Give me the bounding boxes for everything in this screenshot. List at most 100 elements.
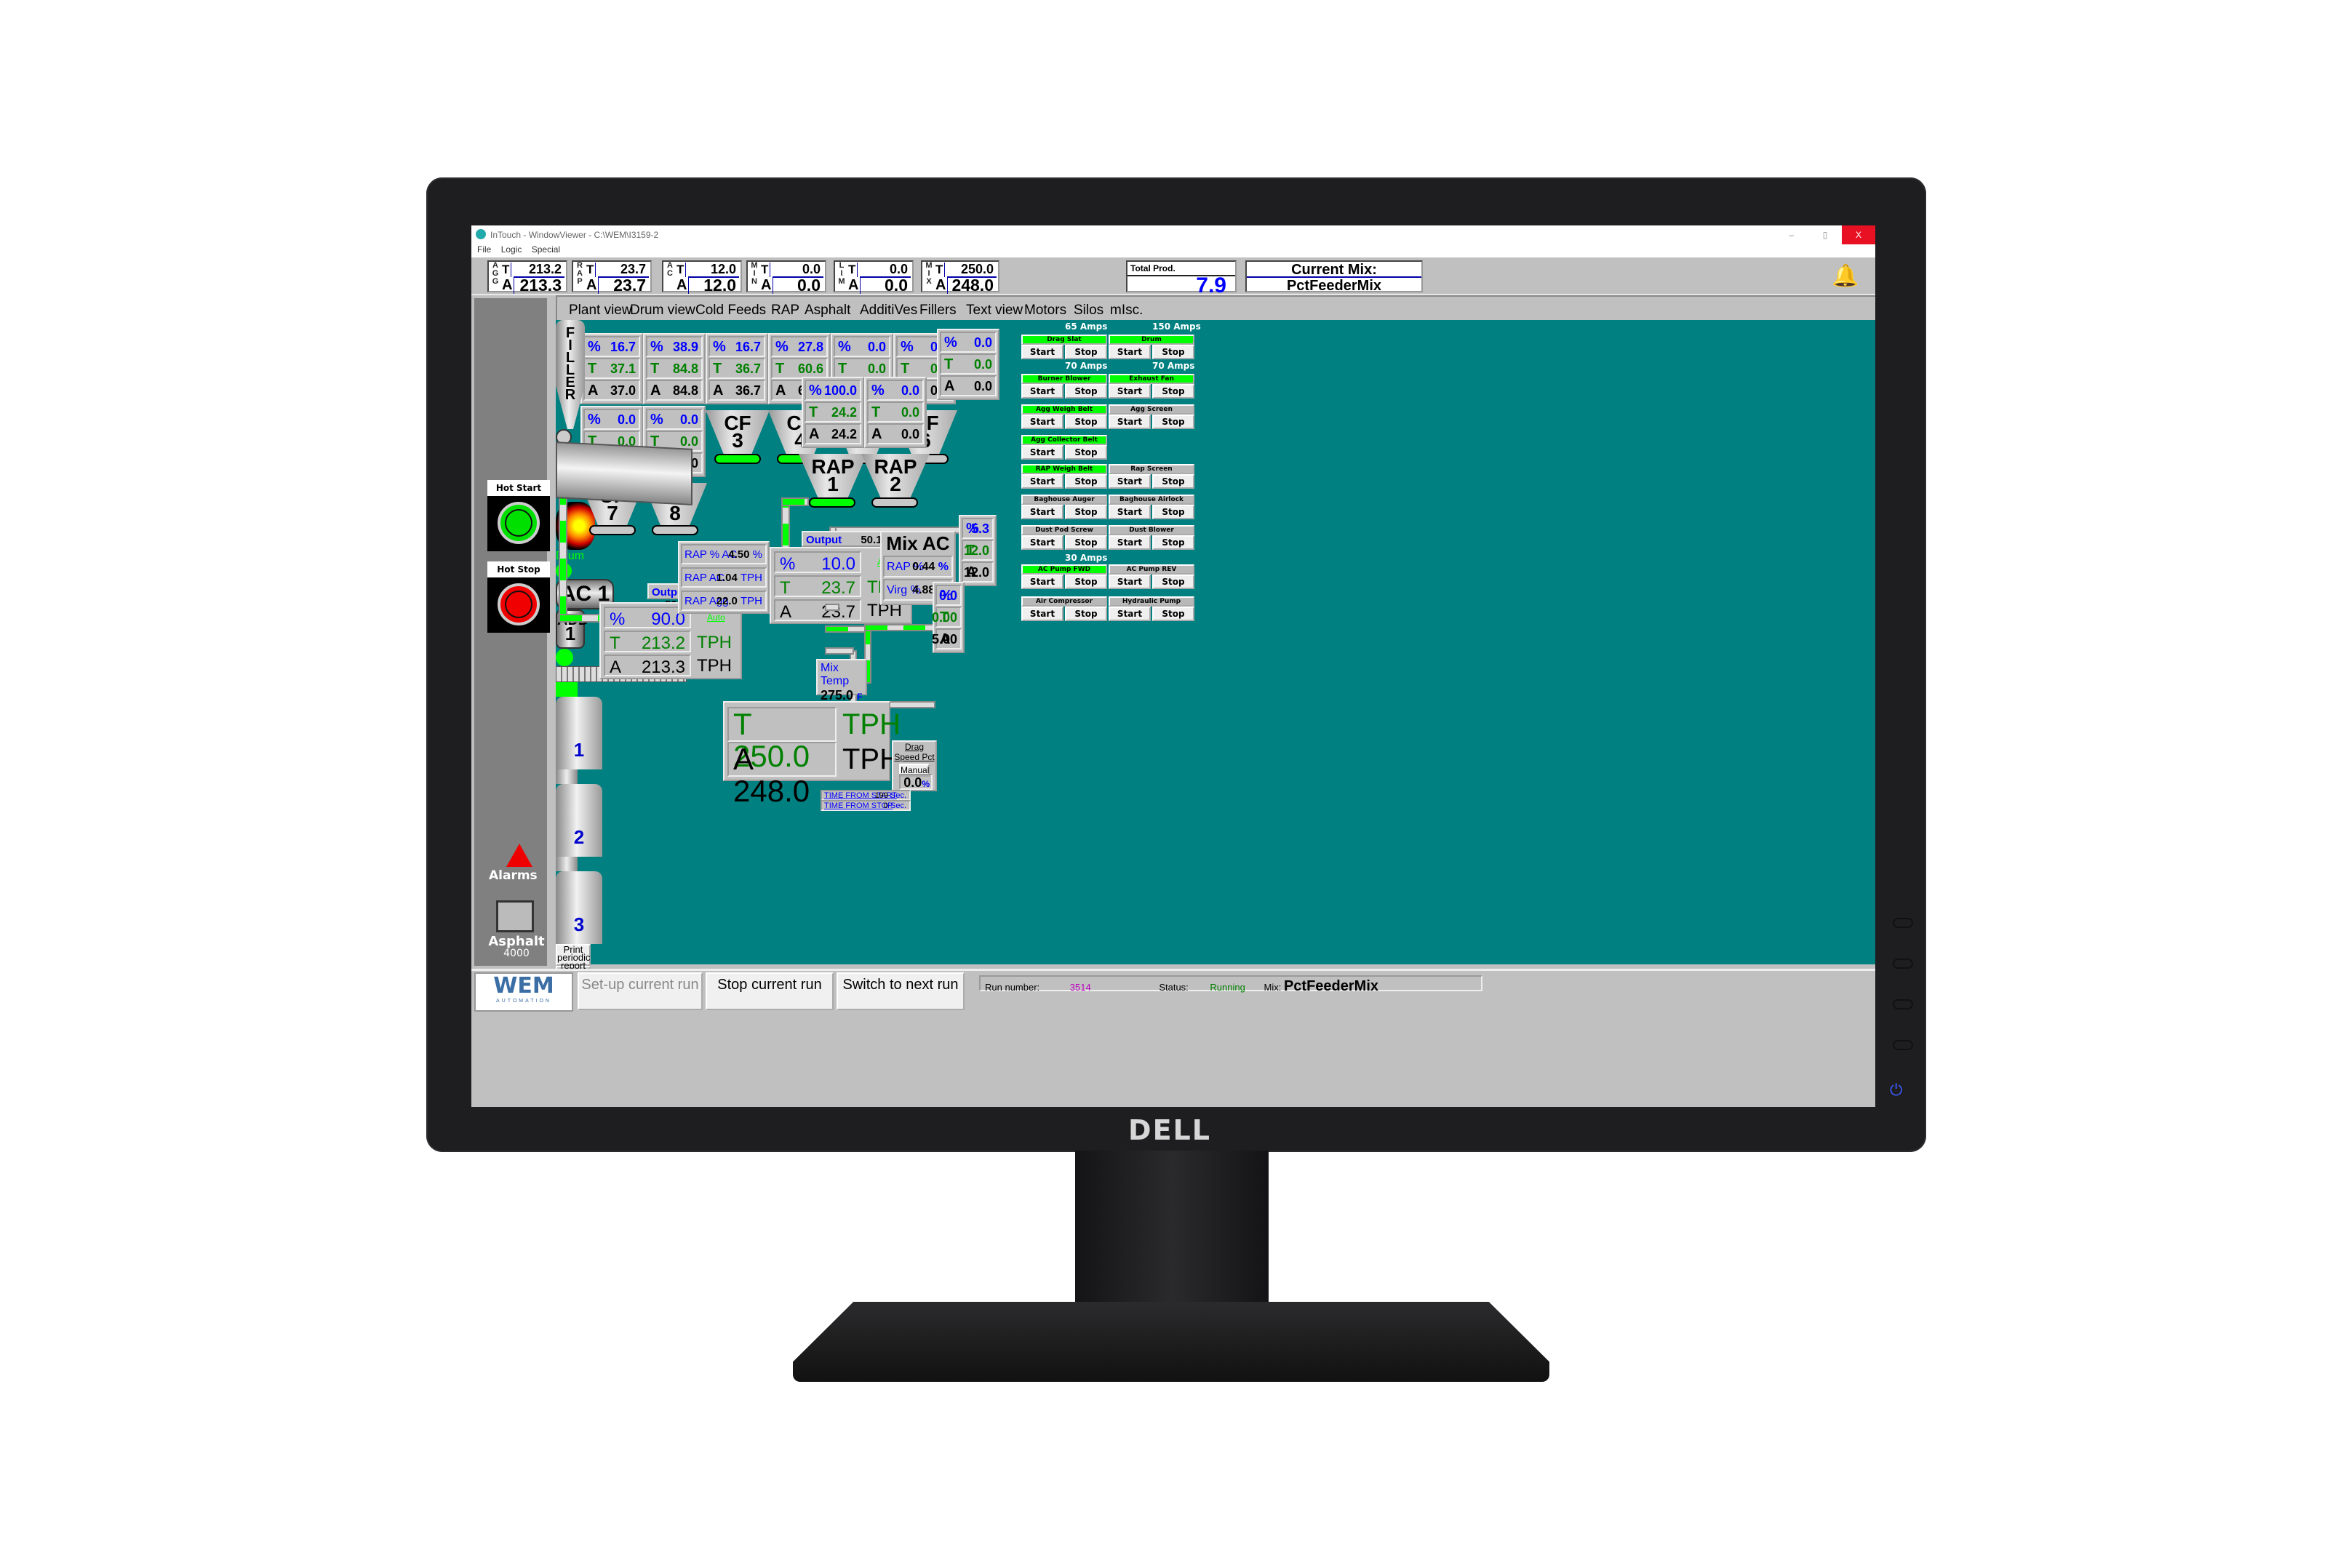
add-pump-icon[interactable]: [556, 649, 573, 666]
cf1-readout-a-row: A 37.0: [583, 380, 640, 401]
setup-run-button[interactable]: Set-up current run: [578, 972, 703, 1010]
t-label: T: [610, 633, 620, 653]
stop-run-button[interactable]: Stop current run: [706, 972, 834, 1010]
motor-agg-weigh-belt-stop-button[interactable]: Stop: [1065, 415, 1107, 429]
motor-ac-pump-rev-stop-button[interactable]: Stop: [1152, 575, 1194, 589]
menu-file[interactable]: File: [477, 244, 491, 255]
nav-plant-view[interactable]: Plant view: [569, 303, 632, 319]
cf3-hopper[interactable]: CF 3: [706, 410, 770, 454]
rap2-hopper[interactable]: RAP 2: [861, 454, 930, 497]
cf5-readout-t-value: 0.0: [867, 361, 886, 376]
motor-burner-blower-start-button[interactable]: Start: [1021, 384, 1063, 399]
print-report-button[interactable]: Print periodic report: [556, 944, 591, 970]
nav-additives[interactable]: AdditiVes: [860, 303, 917, 319]
motor-dust-blower-stop-button[interactable]: Stop: [1152, 535, 1194, 550]
motor-drag-slat-stop-button[interactable]: Stop: [1065, 345, 1107, 359]
maximize-button[interactable]: ▯: [1808, 225, 1842, 244]
motor-dust-blower-start-button[interactable]: Start: [1109, 535, 1151, 550]
alarms-label[interactable]: Alarms: [489, 868, 538, 883]
power-icon[interactable]: ⏻: [1890, 1081, 1902, 1100]
motor-hydraulic-pump-stop-button[interactable]: Stop: [1152, 607, 1194, 621]
motor-agg-weigh-belt-start-button[interactable]: Start: [1021, 415, 1063, 429]
silo-2[interactable]: 2: [556, 784, 602, 857]
motor-agg-screen-stop-button[interactable]: Stop: [1152, 415, 1194, 429]
motor-baghouse-airlock-stop-button[interactable]: Stop: [1152, 505, 1194, 519]
cf7-readout-pct-label: %: [588, 412, 601, 428]
bezel-button-3[interactable]: [1893, 999, 1913, 1009]
a-label: A: [848, 277, 861, 294]
motor-rap-weigh-belt-start-button[interactable]: Start: [1021, 474, 1063, 489]
hot-start-button[interactable]: Hot Start: [487, 480, 550, 551]
nav-misc-[interactable]: mIsc.: [1110, 303, 1143, 319]
motor-baghouse-auger-stop-button[interactable]: Stop: [1065, 505, 1107, 519]
readout-vertical-label: LIM: [838, 261, 845, 286]
bezel-button-1[interactable]: [1893, 918, 1913, 928]
timer-label[interactable]: TIME FROM STOP: [824, 801, 893, 810]
nav-motors[interactable]: Motors: [1024, 303, 1066, 319]
cf2-readout-t-value: 84.8: [672, 361, 698, 376]
menu-special[interactable]: Special: [532, 244, 560, 255]
motor-drag-slat-start-button[interactable]: Start: [1021, 345, 1063, 359]
nav-asphalt[interactable]: Asphalt: [805, 303, 850, 319]
target-value: 0.0: [889, 262, 908, 276]
nav-rap[interactable]: RAP: [771, 303, 799, 319]
output-value: 50.1: [861, 534, 882, 546]
motor-exhaust-fan-stop-button[interactable]: Stop: [1152, 384, 1194, 399]
rap-info-value: 4.50: [728, 548, 750, 561]
motor-drum-stop-button[interactable]: Stop: [1152, 345, 1194, 359]
bell-icon[interactable]: 🔔: [1832, 263, 1859, 289]
motor-exhaust-fan-start-button[interactable]: Start: [1109, 384, 1151, 399]
motor-agg-collector-belt-start-button[interactable]: Start: [1021, 445, 1063, 460]
motor-baghouse-auger-start-button[interactable]: Start: [1021, 505, 1063, 519]
rap1-readout-pct-value: 100.0: [823, 383, 857, 398]
agg-feed-panel-t-unit: TPH: [697, 633, 732, 652]
t-label: T: [586, 263, 596, 277]
rap1-hopper[interactable]: RAP 1: [799, 454, 867, 497]
drag-speed-panel: Drag Speed Pct Manual 0.0%: [892, 740, 937, 791]
alarm-icon[interactable]: [506, 844, 532, 867]
nav-silos[interactable]: Silos: [1074, 303, 1103, 319]
motor-burner-blower-stop-button[interactable]: Stop: [1065, 384, 1107, 399]
motor-rap-screen-stop-button[interactable]: Stop: [1152, 474, 1194, 489]
motor-ac-pump-fwd-stop-button[interactable]: Stop: [1065, 575, 1107, 589]
readout-mix: M I X T A 250.0 248.0: [921, 260, 999, 295]
motor-air-compressor-start-button[interactable]: Start: [1021, 607, 1063, 621]
minimize-button[interactable]: –: [1775, 225, 1808, 244]
motor-drum-start-button[interactable]: Start: [1109, 345, 1151, 359]
motor-baghouse-airlock-start-button[interactable]: Start: [1109, 505, 1151, 519]
switch-run-button[interactable]: Switch to next run: [837, 972, 965, 1010]
motor-dust-pod-screw-start-button[interactable]: Start: [1021, 535, 1063, 550]
bezel-button-4[interactable]: [1893, 1040, 1913, 1050]
asphalt-icon[interactable]: [496, 900, 534, 932]
cf1-readout-a-label: A: [588, 383, 599, 399]
nav-drum-view[interactable]: Drum view: [630, 303, 695, 319]
motor-dust-pod-screw-header: Dust Pod Screw: [1021, 525, 1107, 535]
agg-feed-panel-mode[interactable]: Auto: [707, 612, 725, 623]
motor-agg-screen-start-button[interactable]: Start: [1109, 415, 1151, 429]
silo-1[interactable]: 1: [556, 697, 602, 769]
hot-stop-button[interactable]: Hot Stop: [487, 561, 550, 633]
motor-dust-pod-screw-stop-button[interactable]: Stop: [1065, 535, 1107, 550]
motor-ac-pump-rev-start-button[interactable]: Start: [1109, 575, 1151, 589]
cf3-belt: [714, 454, 761, 464]
motor-agg-collector-belt-stop-button[interactable]: Stop: [1065, 445, 1107, 460]
rap2-belt: [871, 497, 918, 508]
close-button[interactable]: X: [1842, 225, 1875, 244]
bezel-button-2[interactable]: [1893, 959, 1913, 969]
motor-air-compressor-stop-button[interactable]: Stop: [1065, 607, 1107, 621]
nav-fillers[interactable]: Fillers: [919, 303, 957, 319]
cf8-readout-t-value: 0.0: [679, 434, 698, 449]
drum[interactable]: [556, 441, 692, 505]
target-value: 12.0: [710, 262, 736, 276]
motor-ac-pump-fwd-start-button[interactable]: Start: [1021, 575, 1063, 589]
cf3-readout-pct-row: % 16.7: [709, 336, 765, 357]
menu-logic[interactable]: Logic: [501, 244, 522, 255]
silo-3[interactable]: 3: [556, 871, 602, 944]
nav-text-view[interactable]: Text view: [966, 303, 1023, 319]
motor-hydraulic-pump-start-button[interactable]: Start: [1109, 607, 1151, 621]
nav-cold-feeds[interactable]: Cold Feeds: [695, 303, 766, 319]
rap2-readout-a-row: A 0.0: [867, 423, 924, 444]
drum-exhaust-pipe: [825, 604, 839, 611]
motor-rap-screen-start-button[interactable]: Start: [1109, 474, 1151, 489]
motor-rap-weigh-belt-stop-button[interactable]: Stop: [1065, 474, 1107, 489]
